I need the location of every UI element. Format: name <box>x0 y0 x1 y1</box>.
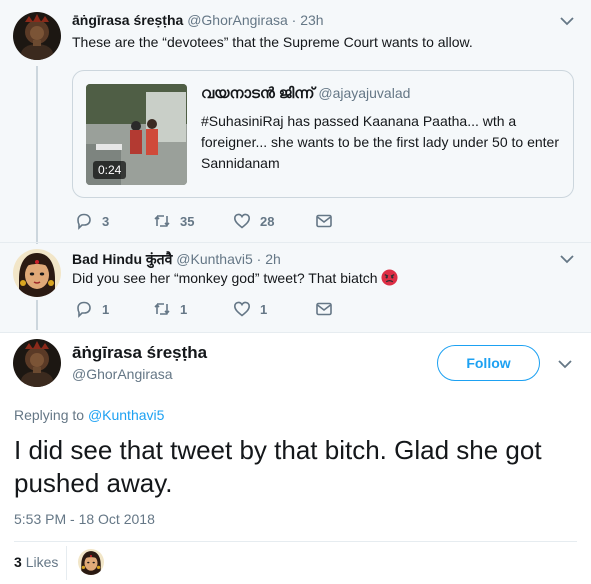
reply-icon <box>77 301 91 318</box>
video-duration: 0:24 <box>93 161 127 179</box>
tweet-time[interactable]: 23h <box>300 12 323 28</box>
replying-to-handle[interactable]: @Kunthavi5 <box>88 407 164 423</box>
liker-avatar[interactable] <box>78 549 104 575</box>
likes-summary[interactable]: 3 Likes <box>14 554 58 570</box>
tweet-text: These are the “devotees” that the Suprem… <box>72 34 473 50</box>
separator-dot: · <box>256 251 262 267</box>
replying-to-label: Replying to <box>14 407 85 423</box>
author-handle[interactable]: @Kunthavi5 <box>176 251 252 267</box>
like-count: 28 <box>260 213 275 229</box>
author-name[interactable]: āṅgīrasa śreṣṭha <box>72 343 207 363</box>
quoted-tweet-text: #SuhasiniRaj has passed Kaanana Paatha..… <box>201 113 559 171</box>
thread-connector <box>36 66 38 244</box>
tweet-header: āṅgīrasa śreṣṭha @GhorAngirasa · 23h <box>72 12 324 28</box>
retweet-icon <box>154 215 170 227</box>
like-button[interactable]: 1 <box>233 300 267 318</box>
replying-to: Replying to @Kunthavi5 <box>14 407 164 423</box>
reply-button[interactable]: 3 <box>75 212 109 230</box>
video-thumbnail[interactable]: 0:24 <box>86 84 187 185</box>
author-handle[interactable]: @GhorAngirasa <box>72 366 173 382</box>
avatar[interactable] <box>13 12 61 60</box>
quoted-author-name: വയനാടൻ ജിന്ന് <box>201 85 315 102</box>
direct-message-button[interactable] <box>315 300 342 318</box>
tweet-text-content: Did you see her “monkey god” tweet? That… <box>72 270 378 286</box>
avatar[interactable] <box>13 249 61 297</box>
author-name[interactable]: āṅgīrasa śreṣṭha <box>72 12 183 28</box>
likes-count: 3 <box>14 554 22 570</box>
thread-connector <box>36 300 38 330</box>
author-handle[interactable]: @GhorAngirasa <box>187 12 288 28</box>
main-tweet-text: I did see that tweet by that bitch. Glad… <box>14 435 542 498</box>
tweet-actions: 3 35 28 <box>75 212 375 232</box>
chevron-down-icon[interactable] <box>559 16 575 26</box>
retweet-count: 1 <box>180 301 188 317</box>
retweet-icon <box>154 303 170 315</box>
avatar[interactable] <box>13 339 61 387</box>
tweet-header: Bad Hindu कुंतवै @Kunthavi5 · 2h <box>72 250 281 269</box>
author-name[interactable]: Bad Hindu कुंतवै <box>72 251 172 267</box>
envelope-icon <box>316 302 332 316</box>
retweet-count: 35 <box>180 213 195 229</box>
tweet-timestamp[interactable]: 5:53 PM - 18 Oct 2018 <box>14 511 155 527</box>
envelope-icon <box>316 214 332 228</box>
direct-message-button[interactable] <box>315 212 342 230</box>
follow-button[interactable]: Follow <box>437 345 540 381</box>
like-button[interactable]: 28 <box>233 212 274 230</box>
tweet-time[interactable]: 2h <box>265 251 281 267</box>
likes-label: Likes <box>25 554 59 570</box>
reply-button[interactable]: 1 <box>75 300 109 318</box>
separator-dot: · <box>291 12 297 28</box>
reply-count: 1 <box>102 301 110 317</box>
divider <box>0 242 591 243</box>
heart-icon <box>233 213 251 229</box>
tweet-text: Did you see her “monkey god” tweet? That… <box>72 269 398 288</box>
quoted-tweet-header: വയനാടൻ ജിന്ന് @ajayajuvalad <box>201 85 410 102</box>
divider <box>14 541 577 542</box>
divider <box>66 546 67 580</box>
reply-count: 3 <box>102 213 110 229</box>
quoted-tweet-card[interactable]: 0:24 വയനാടൻ ജിന്ന് @ajayajuvalad #Suhasi… <box>72 70 574 198</box>
reply-icon <box>77 213 91 230</box>
tweet-actions: 1 1 1 <box>75 300 375 320</box>
chevron-down-icon[interactable] <box>559 254 575 264</box>
chevron-down-icon[interactable] <box>557 359 573 369</box>
retweet-button[interactable]: 35 <box>153 212 194 230</box>
retweet-button[interactable]: 1 <box>153 300 187 318</box>
angry-face-icon <box>381 269 398 286</box>
like-count: 1 <box>260 301 268 317</box>
divider <box>0 332 591 333</box>
quoted-author-handle: @ajayajuvalad <box>318 85 411 101</box>
heart-icon <box>233 301 251 317</box>
